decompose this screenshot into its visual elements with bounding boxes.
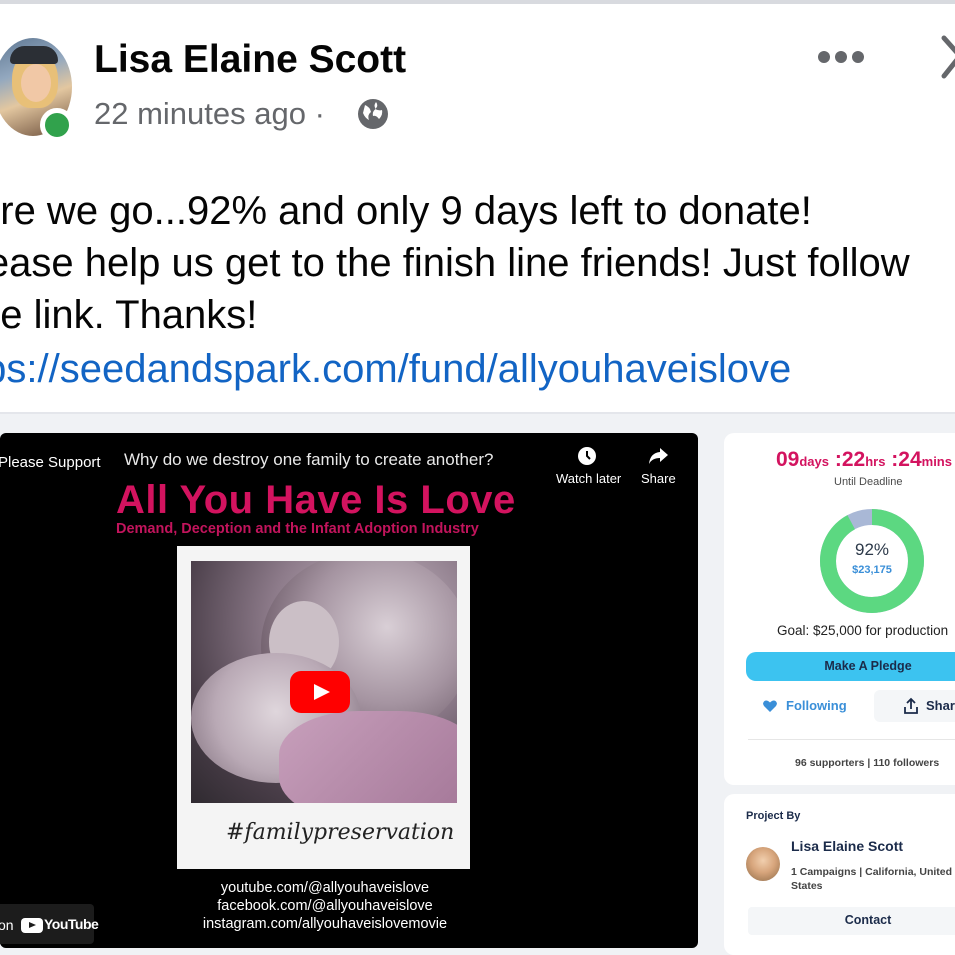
post-link[interactable]: tps://seedandspark.com/fund/allyouhaveis… bbox=[0, 343, 791, 395]
countdown-timer: 09days :22hrs :24mins bbox=[776, 448, 952, 471]
creator-avatar[interactable] bbox=[746, 847, 780, 881]
heart-icon[interactable] bbox=[762, 698, 778, 714]
watch-later-button[interactable]: Watch later bbox=[556, 471, 621, 486]
card-divider bbox=[748, 739, 955, 740]
following-button[interactable]: Following bbox=[786, 698, 847, 713]
hashtag-caption: #familypreservation bbox=[226, 820, 455, 845]
youtube-url: youtube.com/@allyouhaveislove bbox=[220, 880, 430, 896]
post-text-line: ne link. Thanks! bbox=[0, 293, 258, 337]
globe-icon[interactable] bbox=[356, 97, 390, 131]
creator-info: 1 Campaigns | California, United States bbox=[791, 866, 953, 892]
online-status-dot bbox=[40, 108, 74, 142]
funded-percent: 92% bbox=[854, 540, 890, 559]
video-title-text[interactable]: Why do we destroy one family to create a… bbox=[124, 450, 493, 470]
post-timestamp[interactable]: 22 minutes ago · bbox=[94, 96, 325, 132]
top-divider bbox=[0, 0, 955, 4]
instagram-url: instagram.com/allyouhaveislovemovie bbox=[202, 916, 448, 932]
youtube-logo-icon bbox=[21, 918, 43, 933]
more-options-icon[interactable] bbox=[818, 44, 864, 70]
campaign-share-label: Share bbox=[926, 698, 955, 713]
film-title: All You Have Is Love bbox=[116, 478, 516, 522]
post-text-line: ere we go...92% and only 9 days left to … bbox=[0, 189, 812, 233]
watch-on-label: on bbox=[0, 917, 14, 933]
social-links: youtube.com/@allyouhaveislove facebook.c… bbox=[160, 879, 490, 933]
close-icon[interactable] bbox=[938, 34, 955, 80]
film-subtitle: Demand, Deception and the Infant Adoptio… bbox=[116, 521, 479, 537]
funding-progress-ring bbox=[820, 509, 924, 613]
funding-goal: Goal: $25,000 for production bbox=[777, 623, 949, 638]
post-time[interactable]: 22 minutes ago bbox=[94, 96, 306, 131]
pledge-button-label: Make A Pledge bbox=[824, 659, 912, 673]
video-share-button[interactable]: Share bbox=[641, 471, 676, 486]
creator-name[interactable]: Lisa Elaine Scott bbox=[791, 838, 903, 854]
post-text: ere we go...92% and only 9 days left to … bbox=[0, 185, 955, 341]
raised-amount: $23,175 bbox=[852, 564, 892, 576]
author-name[interactable]: Lisa Elaine Scott bbox=[94, 38, 406, 82]
youtube-wordmark: YouTube bbox=[44, 916, 99, 932]
deadline-label: Until Deadline bbox=[834, 476, 903, 488]
contact-button-label: Contact bbox=[844, 913, 892, 927]
share-arrow-icon[interactable] bbox=[645, 443, 671, 469]
video-channel-name[interactable]: Please Support bbox=[0, 454, 101, 471]
play-button-icon[interactable] bbox=[290, 671, 350, 713]
facebook-url: facebook.com/@allyouhaveislove bbox=[217, 898, 433, 914]
project-by-label: Project By bbox=[746, 810, 801, 822]
post-text-line: lease help us get to the finish line fri… bbox=[0, 241, 910, 285]
clock-icon[interactable] bbox=[574, 443, 600, 469]
upload-share-icon bbox=[904, 697, 918, 714]
meta-separator: · bbox=[314, 96, 325, 131]
supporters-count: 96 supporters | 110 followers bbox=[795, 757, 940, 769]
